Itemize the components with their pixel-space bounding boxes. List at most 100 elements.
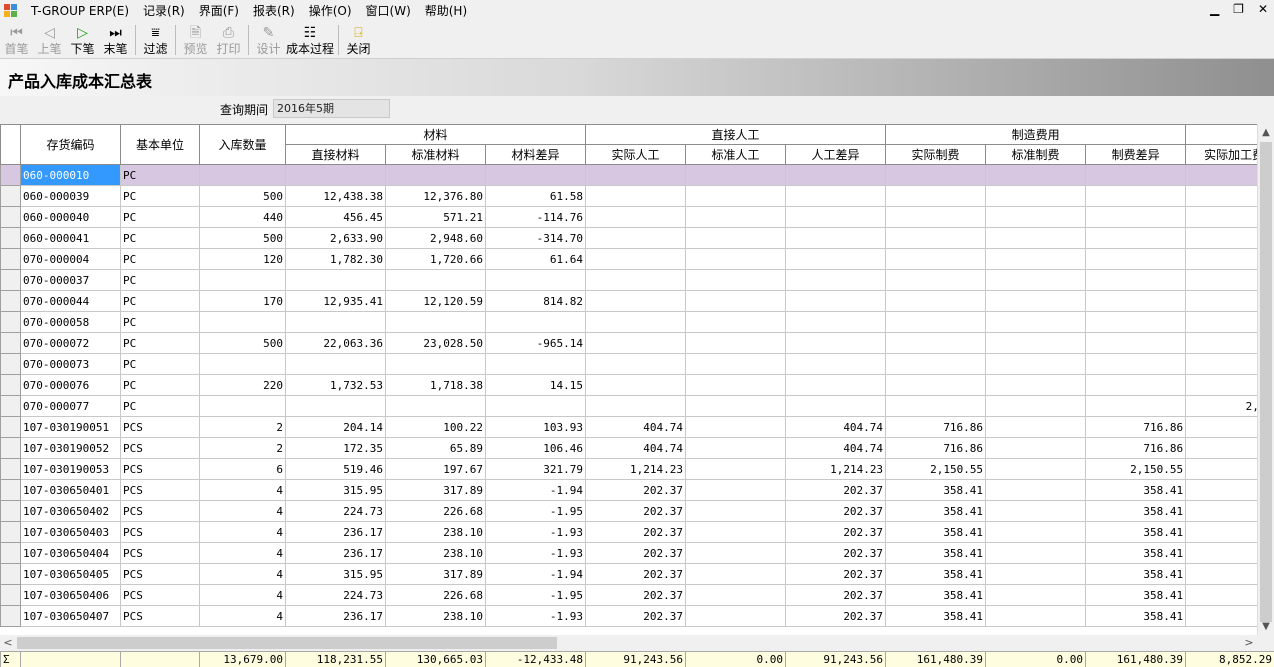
cell-material-diff[interactable]: -1.93 [484, 542, 587, 564]
row-header[interactable] [0, 542, 21, 564]
cell-std-material[interactable]: 197.67 [385, 458, 486, 480]
cell-direct-material[interactable] [285, 353, 386, 375]
cell-actual-overhead[interactable]: 716.86 [885, 416, 987, 438]
cell-std-material[interactable]: 226.68 [385, 500, 486, 522]
restore-icon[interactable]: ❐ [1233, 2, 1244, 16]
cell-qty[interactable] [199, 353, 286, 375]
print-button[interactable]: ⎙ 打印 [212, 22, 245, 56]
cell-material-diff[interactable]: -114.76 [484, 206, 587, 228]
cell-std-labor[interactable] [685, 311, 787, 333]
table-row[interactable]: 107-030650405 PCS 4 315.95 317.89 -1.94 202.37… [0, 563, 1274, 585]
cell-material-diff[interactable]: -1.95 [484, 584, 587, 606]
cell-labor-diff[interactable] [785, 206, 887, 228]
table-row[interactable]: 107-030650401 PCS 4 315.95 317.89 -1.94 202.37… [0, 479, 1274, 501]
cell-std-overhead[interactable] [985, 374, 1087, 396]
cell-unit[interactable]: PC [120, 248, 200, 270]
cell-std-material[interactable] [385, 164, 486, 186]
cell-actual-overhead[interactable]: 358.41 [885, 479, 987, 501]
cell-direct-material[interactable]: 2,633.90 [285, 227, 386, 249]
cell-qty[interactable]: 120 [199, 248, 286, 270]
cell-labor-diff[interactable]: 202.37 [785, 584, 887, 606]
cell-unit[interactable]: PCS [120, 563, 200, 585]
cell-code[interactable]: 107-030190053 [20, 458, 121, 480]
cell-code[interactable]: 060-000039 [20, 185, 121, 207]
cell-material-diff[interactable]: 814.82 [484, 290, 587, 312]
horizontal-scrollbar[interactable]: < > [0, 635, 1257, 651]
cell-overhead-diff[interactable]: 716.86 [1085, 416, 1187, 438]
cell-actual-overhead[interactable]: 358.41 [885, 584, 987, 606]
cell-material-diff[interactable]: -1.95 [484, 500, 587, 522]
cell-std-overhead[interactable] [985, 206, 1087, 228]
cell-material-diff[interactable]: -965.14 [484, 332, 587, 354]
row-header[interactable] [0, 437, 21, 459]
cell-code[interactable]: 060-000040 [20, 206, 121, 228]
col-header-std-material[interactable]: 标准材料 [385, 144, 486, 165]
row-header[interactable] [0, 395, 21, 417]
cell-std-overhead[interactable] [985, 269, 1087, 291]
cell-qty[interactable]: 500 [199, 332, 286, 354]
cell-std-material[interactable]: 23,028.50 [385, 332, 486, 354]
cell-labor-diff[interactable]: 404.74 [785, 416, 887, 438]
cell-overhead-diff[interactable] [1085, 206, 1187, 228]
cell-std-labor[interactable] [685, 353, 787, 375]
scroll-down-icon[interactable]: ▼ [1258, 618, 1274, 635]
table-row[interactable]: 060-000041PC5002,633.902,948.60-314.7049 [0, 227, 1274, 249]
col-header-actual-overhead[interactable]: 实际制费 [885, 144, 987, 165]
cell-std-labor[interactable] [685, 269, 787, 291]
row-header[interactable] [0, 521, 21, 543]
cell-labor-diff[interactable]: 1,214.23 [785, 458, 887, 480]
row-header[interactable] [0, 269, 21, 291]
cell-code[interactable]: 070-000058 [20, 311, 121, 333]
cell-actual-labor[interactable] [585, 395, 687, 417]
cell-overhead-diff[interactable]: 358.41 [1085, 605, 1187, 627]
cell-std-labor[interactable] [685, 395, 787, 417]
cell-code[interactable]: 060-000041 [20, 227, 121, 249]
col-header-labor-diff[interactable]: 人工差异 [785, 144, 887, 165]
cell-labor-diff[interactable]: 202.37 [785, 605, 887, 627]
cell-material-diff[interactable]: -1.94 [484, 479, 587, 501]
cell-code[interactable]: 070-000077 [20, 395, 121, 417]
cell-direct-material[interactable]: 172.35 [285, 437, 386, 459]
cell-qty[interactable]: 220 [199, 374, 286, 396]
cell-overhead-diff[interactable]: 2,150.55 [1085, 458, 1187, 480]
cell-actual-labor[interactable]: 202.37 [585, 584, 687, 606]
cell-std-labor[interactable] [685, 437, 787, 459]
menu-operate[interactable]: 操作(O) [302, 0, 359, 22]
cell-std-overhead[interactable] [985, 479, 1087, 501]
cell-overhead-diff[interactable] [1085, 185, 1187, 207]
cell-actual-labor[interactable]: 202.37 [585, 605, 687, 627]
table-row[interactable]: 107-030650403 PCS 4 236.17 238.10 -1.93 202.37… [0, 521, 1274, 543]
menu-interface[interactable]: 界面(F) [192, 0, 246, 22]
cell-unit[interactable]: PC [120, 353, 200, 375]
row-header[interactable] [0, 185, 21, 207]
cell-overhead-diff[interactable] [1085, 353, 1187, 375]
row-header[interactable] [0, 164, 21, 186]
row-header[interactable] [0, 227, 21, 249]
scroll-up-icon[interactable]: ▲ [1258, 124, 1274, 141]
cell-std-overhead[interactable] [985, 332, 1087, 354]
table-row[interactable]: 070-000077PC2,08 [0, 395, 1274, 417]
cell-actual-labor[interactable]: 202.37 [585, 563, 687, 585]
cell-overhead-diff[interactable] [1085, 332, 1187, 354]
cell-std-labor[interactable] [685, 416, 787, 438]
cell-actual-labor[interactable] [585, 374, 687, 396]
cell-qty[interactable]: 500 [199, 185, 286, 207]
cell-std-material[interactable]: 12,376.80 [385, 185, 486, 207]
cell-actual-labor[interactable]: 202.37 [585, 479, 687, 501]
cell-material-diff[interactable]: -314.70 [484, 227, 587, 249]
menu-report[interactable]: 报表(R) [246, 0, 302, 22]
cell-overhead-diff[interactable]: 358.41 [1085, 584, 1187, 606]
cell-labor-diff[interactable]: 202.37 [785, 563, 887, 585]
cell-unit[interactable]: PCS [120, 605, 200, 627]
cell-overhead-diff[interactable] [1085, 290, 1187, 312]
cell-std-material[interactable]: 12,120.59 [385, 290, 486, 312]
cell-std-overhead[interactable] [985, 185, 1087, 207]
cell-code[interactable]: 107-030650403 [20, 521, 121, 543]
table-row[interactable]: 107-030190053 PCS 6 519.46 197.67 321.79 1,214… [0, 458, 1274, 480]
table-row[interactable]: 060-000010 PC [0, 164, 1274, 186]
col-header-std-overhead[interactable]: 标准制费 [985, 144, 1087, 165]
cell-direct-material[interactable]: 12,438.38 [285, 185, 386, 207]
col-header-actual-labor[interactable]: 实际人工 [585, 144, 687, 165]
cell-material-diff[interactable]: 106.46 [484, 437, 587, 459]
row-header[interactable] [0, 479, 21, 501]
